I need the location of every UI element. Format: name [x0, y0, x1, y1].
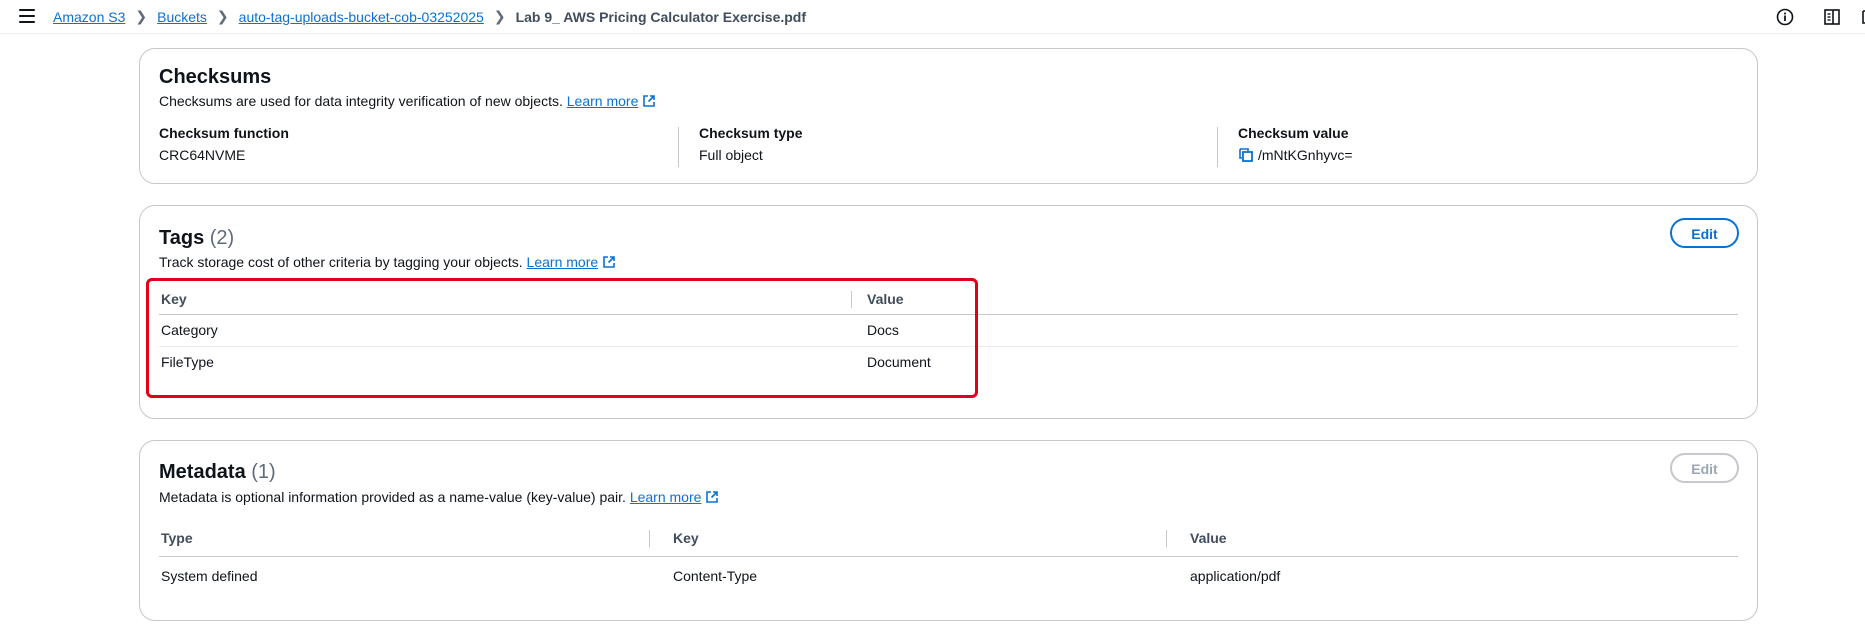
- metadata-edit-button[interactable]: Edit: [1670, 453, 1739, 483]
- metadata-table-header: Type Key Value: [159, 520, 1738, 557]
- checksum-function-label: Checksum function: [159, 125, 289, 141]
- metadata-type-cell: System defined: [161, 568, 258, 584]
- tag-value-cell: Docs: [867, 322, 899, 338]
- tags-count: (2): [209, 227, 235, 249]
- column-header-key[interactable]: Key: [161, 291, 187, 307]
- copy-icon[interactable]: [1238, 147, 1254, 163]
- chevron-right-icon: ❯: [216, 8, 229, 24]
- table-row: FileType Document: [159, 347, 1738, 378]
- notification-icon[interactable]: [1859, 7, 1865, 27]
- checksums-learn-more-link[interactable]: Learn more: [567, 93, 657, 109]
- checksum-value-text: /mNtKGnhyvc=: [1258, 147, 1353, 163]
- checksum-value-value: /mNtKGnhyvc=: [1238, 147, 1353, 163]
- checksum-value-field: Checksum value /mNtKGnhyvc=: [1238, 125, 1353, 165]
- breadcrumb: Amazon S3 ❯ Buckets ❯ auto-tag-uploads-b…: [53, 8, 806, 25]
- column-resizer[interactable]: [649, 530, 650, 547]
- chevron-right-icon: ❯: [493, 8, 506, 24]
- external-link-icon: [706, 491, 719, 503]
- column-divider: [1217, 127, 1218, 167]
- table-row: Category Docs: [159, 315, 1738, 347]
- checksum-function-value: CRC64NVME: [159, 147, 289, 163]
- tag-value-cell: Document: [867, 354, 931, 370]
- metadata-count: (1): [251, 461, 276, 483]
- metadata-container: Metadata (1) Edit Metadata is optional i…: [139, 440, 1758, 621]
- tags-container: Tags (2) Edit Track storage cost of othe…: [139, 205, 1758, 419]
- learn-more-label: Learn more: [526, 254, 599, 270]
- tags-title-text: Tags: [159, 227, 205, 249]
- column-header-value[interactable]: Value: [867, 291, 904, 307]
- chevron-right-icon: ❯: [135, 8, 148, 24]
- checksum-type-text: Full object: [699, 147, 763, 163]
- metadata-table: Type Key Value System defined Content-Ty…: [159, 520, 1738, 595]
- external-link-icon: [643, 95, 656, 107]
- learn-more-label: Learn more: [629, 489, 702, 505]
- column-resizer[interactable]: [851, 291, 852, 308]
- info-icon[interactable]: [1775, 7, 1795, 27]
- hamburger-menu-icon[interactable]: [19, 9, 35, 23]
- metadata-description-text: Metadata is optional information provide…: [159, 489, 626, 505]
- column-header-key[interactable]: Key: [673, 530, 699, 546]
- column-resizer[interactable]: [1166, 530, 1167, 547]
- checksum-function-text: CRC64NVME: [159, 147, 246, 163]
- tag-key-cell: Category: [161, 322, 218, 338]
- tags-table-header: Key Value: [159, 284, 1738, 315]
- tags-title: Tags (2): [159, 227, 234, 250]
- checksum-type-label: Checksum type: [699, 125, 803, 141]
- metadata-title: Metadata (1): [159, 461, 276, 484]
- column-header-type[interactable]: Type: [161, 530, 193, 546]
- metadata-title-text: Metadata: [159, 461, 246, 483]
- column-divider: [678, 127, 679, 167]
- metadata-description: Metadata is optional information provide…: [159, 489, 719, 505]
- side-panel-icon[interactable]: [1822, 7, 1842, 27]
- tags-description: Track storage cost of other criteria by …: [159, 254, 616, 270]
- tags-edit-button[interactable]: Edit: [1670, 218, 1739, 248]
- checksums-description-text: Checksums are used for data integrity ve…: [159, 93, 563, 109]
- table-row: System defined Content-Type application/…: [159, 557, 1738, 595]
- tags-description-text: Track storage cost of other criteria by …: [159, 254, 523, 270]
- column-header-value[interactable]: Value: [1190, 530, 1227, 546]
- checksums-container: Checksums Checksums are used for data in…: [139, 48, 1758, 184]
- external-link-icon: [603, 256, 615, 268]
- checksum-type-field: Checksum type Full object: [699, 125, 802, 165]
- metadata-value-cell: application/pdf: [1190, 568, 1281, 584]
- metadata-key-cell: Content-Type: [673, 568, 758, 584]
- breadcrumb-current-object: Lab 9_ AWS Pricing Calculator Exercise.p…: [515, 8, 807, 25]
- learn-more-label: Learn more: [566, 93, 639, 109]
- breadcrumb-amazon-s3[interactable]: Amazon S3: [53, 9, 125, 25]
- checksums-title: Checksums: [159, 66, 272, 88]
- tags-learn-more-link[interactable]: Learn more: [527, 254, 617, 270]
- metadata-learn-more-link[interactable]: Learn more: [630, 489, 720, 505]
- checksum-type-value: Full object: [699, 147, 802, 163]
- tags-table: Key Value Category Docs FileType Documen…: [159, 284, 1738, 378]
- checksum-function-field: Checksum function CRC64NVME: [159, 125, 289, 165]
- checksum-value-label: Checksum value: [1238, 125, 1349, 141]
- tag-key-cell: FileType: [161, 354, 214, 370]
- breadcrumb-bucket-name[interactable]: auto-tag-uploads-bucket-cob-03252025: [239, 9, 484, 25]
- breadcrumb-buckets[interactable]: Buckets: [157, 9, 207, 25]
- top-navigation-bar: Amazon S3 ❯ Buckets ❯ auto-tag-uploads-b…: [0, 0, 1865, 34]
- checksums-description: Checksums are used for data integrity ve…: [159, 93, 656, 109]
